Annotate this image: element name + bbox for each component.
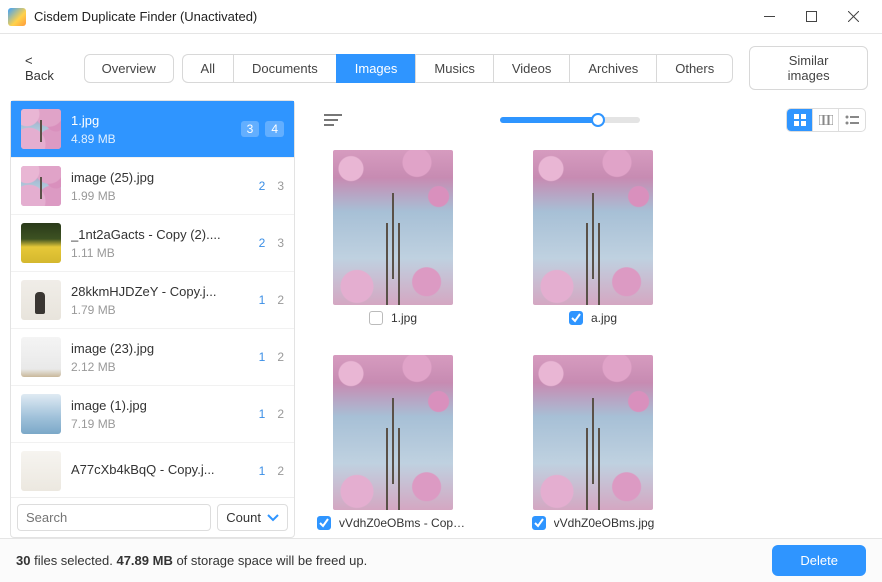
file-row[interactable]: A77cXb4kBqQ - Copy.j... 12	[11, 443, 294, 497]
file-name: A77cXb4kBqQ - Copy.j...	[71, 462, 243, 477]
content-pane: 1.jpg a.jpg vVdhZ0eOBms - Copy.jpg	[307, 100, 872, 538]
thumb-caption: a.jpg	[591, 311, 617, 325]
file-row[interactable]: image (23).jpg 2.12 MB 12	[11, 329, 294, 386]
thumb-image	[533, 355, 653, 510]
thumb-image	[333, 150, 453, 305]
file-name: image (1).jpg	[71, 398, 243, 413]
total-count: 3	[277, 236, 284, 250]
chevron-down-icon	[267, 512, 279, 524]
file-size: 7.19 MB	[71, 417, 243, 431]
select-checkbox[interactable]	[369, 311, 383, 325]
file-thumb	[21, 394, 61, 434]
sort-dropdown[interactable]: Count	[217, 504, 288, 531]
file-row[interactable]: _1nt2aGacts - Copy (2).... 1.11 MB 23	[11, 215, 294, 272]
similar-images-button[interactable]: Similar images	[749, 46, 868, 90]
total-count: 2	[277, 407, 284, 421]
total-count: 3	[277, 179, 284, 193]
zoom-slider[interactable]	[500, 117, 640, 123]
file-row[interactable]: 1.jpg 4.89 MB 34	[11, 101, 294, 158]
thumb-card[interactable]: vVdhZ0eOBms - Copy.jpg	[313, 355, 473, 530]
window-title: Cisdem Duplicate Finder (Unactivated)	[34, 9, 257, 24]
dup-count: 1	[253, 406, 272, 422]
sort-label: Count	[226, 510, 261, 525]
total-count: 4	[265, 121, 284, 137]
dup-count: 2	[253, 178, 272, 194]
sidebar-footer: Count	[11, 497, 294, 537]
file-thumb	[21, 166, 61, 206]
total-count: 2	[277, 293, 284, 307]
sidebar: 1.jpg 4.89 MB 34 image (25).jpg 1.99 MB …	[10, 100, 295, 538]
dup-count: 1	[253, 349, 272, 365]
maximize-button[interactable]	[790, 3, 832, 31]
file-size: 1.11 MB	[71, 246, 243, 260]
thumb-card[interactable]: vVdhZ0eOBms.jpg	[513, 355, 673, 530]
tab-images[interactable]: Images	[336, 54, 416, 83]
tab-all[interactable]: All	[182, 54, 233, 83]
thumb-caption: vVdhZ0eOBms - Copy.jpg	[339, 516, 469, 530]
thumb-card[interactable]: a.jpg	[513, 150, 673, 325]
status-text: 30 files selected. 47.89 MB of storage s…	[16, 553, 367, 568]
file-thumb	[21, 109, 61, 149]
file-row[interactable]: image (25).jpg 1.99 MB 23	[11, 158, 294, 215]
app-icon	[8, 8, 26, 26]
overview-button[interactable]: Overview	[84, 54, 174, 83]
thumb-card[interactable]: 1.jpg	[313, 150, 473, 325]
file-size: 1.99 MB	[71, 189, 243, 203]
minimize-button[interactable]	[748, 3, 790, 31]
file-name: image (25).jpg	[71, 170, 243, 185]
file-row[interactable]: image (1).jpg 7.19 MB 12	[11, 386, 294, 443]
filter-button[interactable]	[313, 113, 353, 127]
tab-videos[interactable]: Videos	[493, 54, 570, 83]
dup-count: 3	[241, 121, 260, 137]
select-checkbox[interactable]	[317, 516, 331, 530]
file-name: image (23).jpg	[71, 341, 243, 356]
select-checkbox[interactable]	[532, 516, 546, 530]
file-size: 4.89 MB	[71, 132, 231, 146]
back-button[interactable]: < Back	[14, 46, 76, 90]
tab-archives[interactable]: Archives	[569, 54, 656, 83]
category-tabs: All Documents Images Musics Videos Archi…	[182, 54, 734, 83]
close-button[interactable]	[832, 3, 874, 31]
titlebar: Cisdem Duplicate Finder (Unactivated)	[0, 0, 882, 34]
total-count: 2	[277, 464, 284, 478]
file-thumb	[21, 337, 61, 377]
file-list[interactable]: 1.jpg 4.89 MB 34 image (25).jpg 1.99 MB …	[11, 101, 294, 497]
total-count: 2	[277, 350, 284, 364]
file-row[interactable]: 28kkmHJDZeY - Copy.j... 1.79 MB 12	[11, 272, 294, 329]
search-input[interactable]	[17, 504, 211, 531]
content-toolbar	[307, 100, 872, 136]
file-size: 2.12 MB	[71, 360, 243, 374]
dup-count: 1	[253, 463, 272, 479]
view-grid-button[interactable]	[787, 109, 813, 131]
file-thumb	[21, 223, 61, 263]
dup-count: 1	[253, 292, 272, 308]
thumbnail-grid: 1.jpg a.jpg vVdhZ0eOBms - Copy.jpg	[307, 136, 872, 538]
main-area: 1.jpg 4.89 MB 34 image (25).jpg 1.99 MB …	[0, 100, 882, 538]
thumb-image	[533, 150, 653, 305]
tab-documents[interactable]: Documents	[233, 54, 336, 83]
thumb-caption: 1.jpg	[391, 311, 417, 325]
file-name: 28kkmHJDZeY - Copy.j...	[71, 284, 243, 299]
thumb-caption: vVdhZ0eOBms.jpg	[554, 516, 655, 530]
delete-button[interactable]: Delete	[772, 545, 866, 576]
file-thumb	[21, 280, 61, 320]
select-checkbox[interactable]	[569, 311, 583, 325]
file-name: _1nt2aGacts - Copy (2)....	[71, 227, 243, 242]
file-thumb	[21, 451, 61, 491]
thumb-image	[333, 355, 453, 510]
file-size: 1.79 MB	[71, 303, 243, 317]
tab-musics[interactable]: Musics	[415, 54, 492, 83]
main-toolbar: < Back Overview All Documents Images Mus…	[0, 34, 882, 100]
view-list-button[interactable]	[839, 109, 865, 131]
view-mode-group	[786, 108, 866, 132]
file-name: 1.jpg	[71, 113, 231, 128]
dup-count: 2	[253, 235, 272, 251]
tab-others[interactable]: Others	[656, 54, 733, 83]
footer: 30 files selected. 47.89 MB of storage s…	[0, 538, 882, 582]
view-columns-button[interactable]	[813, 109, 839, 131]
